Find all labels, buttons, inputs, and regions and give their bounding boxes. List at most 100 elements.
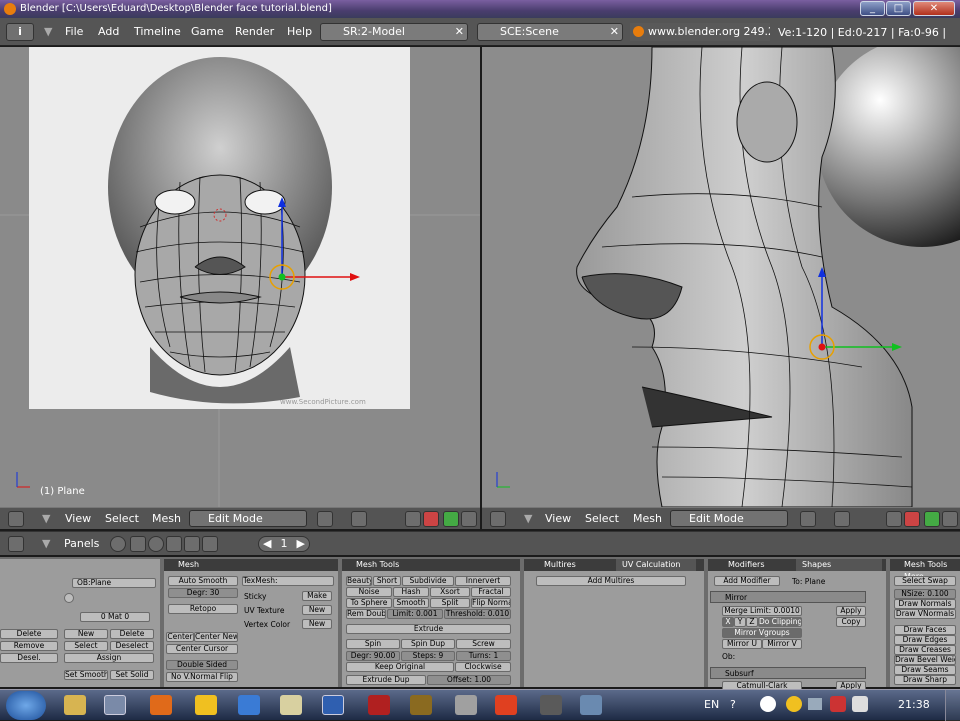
- threshold-field[interactable]: Threshold: 0.010: [444, 609, 511, 619]
- scene-selector[interactable]: SCE:Scene ✕: [477, 23, 623, 41]
- messenger-icon[interactable]: [195, 695, 217, 715]
- innervert-button[interactable]: Innervert: [455, 576, 511, 586]
- pivot-icon[interactable]: [834, 511, 850, 527]
- scale-manipulator-icon[interactable]: [461, 511, 477, 527]
- add-multires-button[interactable]: Add Multires: [536, 576, 686, 586]
- steps-field[interactable]: Steps: 9: [401, 651, 455, 661]
- merge-limit-field[interactable]: Merge Limit: 0.0010: [722, 606, 802, 616]
- scene-context-icon[interactable]: [202, 536, 218, 552]
- spin-degree-field[interactable]: Degr: 90.00: [346, 651, 400, 661]
- vgroup-delete-button[interactable]: Delete: [0, 629, 58, 639]
- nsize-field[interactable]: NSize: 0.100: [894, 589, 956, 599]
- limit-field[interactable]: Limit: 0.001: [387, 609, 443, 619]
- scale-manipulator-icon[interactable]: [942, 511, 958, 527]
- pivot-icon[interactable]: [351, 511, 367, 527]
- frame-decrement-icon[interactable]: ◀: [263, 537, 271, 551]
- short-toggle[interactable]: Short: [373, 576, 401, 586]
- menu-mesh[interactable]: Mesh: [152, 512, 181, 525]
- mirror-u-toggle[interactable]: Mirror U: [722, 639, 762, 649]
- collapse-menu-icon[interactable]: ▼: [44, 25, 52, 38]
- material-select-button[interactable]: Select: [64, 641, 108, 651]
- extrude-dup-button[interactable]: Extrude Dup: [346, 675, 426, 685]
- vgroup-remove-button[interactable]: Remove: [0, 641, 58, 651]
- blender-taskbar-icon[interactable]: [104, 695, 126, 715]
- axis-z-toggle[interactable]: Z: [746, 617, 758, 627]
- menu-select[interactable]: Select: [585, 512, 619, 525]
- translate-manipulator-icon[interactable]: [423, 511, 439, 527]
- shading-icon[interactable]: [800, 511, 816, 527]
- center-cursor-button[interactable]: Center Cursor: [166, 644, 238, 654]
- maximize-button[interactable]: □: [886, 1, 911, 16]
- tab-modifiers[interactable]: Modifiers: [728, 559, 765, 571]
- mode-selector[interactable]: Edit Mode: [189, 510, 307, 527]
- game-icon[interactable]: [495, 695, 517, 715]
- start-button[interactable]: [6, 691, 46, 720]
- material-index-field[interactable]: 0 Mat 0: [80, 612, 150, 622]
- object-context-icon[interactable]: [166, 536, 182, 552]
- draw-seams-toggle[interactable]: Draw Seams: [894, 665, 956, 675]
- security-tray-icon[interactable]: [830, 696, 846, 712]
- left-3d-viewport[interactable]: www.SecondPicture.com (1) Plane: [0, 47, 480, 507]
- material-new-button[interactable]: New: [64, 629, 108, 639]
- help-tray-icon[interactable]: ?: [730, 698, 736, 711]
- draw-bevel-weights-toggle[interactable]: Draw Bevel Weights: [894, 655, 956, 665]
- spin-dup-button[interactable]: Spin Dup: [401, 639, 455, 649]
- material-delete-button[interactable]: Delete: [110, 629, 154, 639]
- firefox-icon[interactable]: [150, 695, 172, 715]
- rotate-manipulator-icon[interactable]: [924, 511, 940, 527]
- mirror-modifier-header[interactable]: Mirror: [710, 591, 866, 603]
- app-icon[interactable]: [322, 695, 344, 715]
- minimize-button[interactable]: _: [860, 1, 885, 16]
- draw-creases-toggle[interactable]: Draw Creases: [894, 645, 956, 655]
- notepad-icon[interactable]: [280, 695, 302, 715]
- right-3d-viewport[interactable]: [482, 47, 960, 507]
- volume-tray-icon[interactable]: [852, 696, 868, 712]
- menu-render[interactable]: Render: [235, 25, 274, 38]
- sticky-make-button[interactable]: Make: [302, 591, 332, 601]
- subsurf-modifier-header[interactable]: Subsurf: [710, 667, 866, 679]
- menu-select[interactable]: Select: [105, 512, 139, 525]
- language-indicator[interactable]: EN: [704, 698, 719, 711]
- material-assign-button[interactable]: Assign: [64, 653, 154, 663]
- tab-multires[interactable]: Multires: [544, 559, 576, 571]
- window-type-icon[interactable]: [8, 536, 24, 552]
- collapse-icon[interactable]: ▼: [42, 537, 50, 550]
- auto-smooth-toggle[interactable]: Auto Smooth: [168, 576, 238, 586]
- mesh-panel-header[interactable]: Mesh: [164, 559, 338, 571]
- delete-screen-icon[interactable]: ✕: [455, 24, 464, 40]
- draw-vnormals-toggle[interactable]: Draw VNormals: [894, 609, 956, 619]
- mirror-vgroups-toggle[interactable]: Mirror Vgroups: [722, 628, 802, 638]
- axis-x-toggle[interactable]: X: [722, 617, 734, 627]
- translate-manipulator-icon[interactable]: [904, 511, 920, 527]
- screen-selector[interactable]: SR:2-Model ✕: [320, 23, 468, 41]
- mode-selector[interactable]: Edit Mode: [670, 510, 788, 527]
- spin-button[interactable]: Spin: [346, 639, 400, 649]
- xsort-button[interactable]: Xsort: [430, 587, 470, 597]
- logic-context-icon[interactable]: [110, 536, 126, 552]
- retopo-toggle[interactable]: Retopo: [168, 604, 238, 614]
- subdivide-button[interactable]: Subdivide: [402, 576, 454, 586]
- noise-button[interactable]: Noise: [346, 587, 392, 597]
- explorer-icon[interactable]: [64, 695, 86, 715]
- settings-icon[interactable]: [455, 695, 477, 715]
- winamp-icon[interactable]: [410, 695, 432, 715]
- menu-view[interactable]: View: [545, 512, 571, 525]
- turns-field[interactable]: Turns: 1: [456, 651, 511, 661]
- clock[interactable]: 21:38: [898, 698, 930, 711]
- frame-number-field[interactable]: ◀ 1 ▶: [258, 536, 310, 552]
- draw-faces-toggle[interactable]: Draw Faces: [894, 625, 956, 635]
- offset-field[interactable]: Offset: 1.00: [427, 675, 511, 685]
- camera-icon[interactable]: [540, 695, 562, 715]
- view-type-icon[interactable]: [8, 511, 24, 527]
- set-smooth-button[interactable]: Set Smooth: [64, 670, 108, 680]
- shading-context-icon[interactable]: [148, 536, 164, 552]
- draw-edges-toggle[interactable]: Draw Edges: [894, 635, 956, 645]
- mesh-tools-panel-header[interactable]: Mesh Tools: [342, 559, 520, 571]
- tab-shapes[interactable]: Shapes: [796, 559, 882, 571]
- delete-scene-icon[interactable]: ✕: [610, 24, 619, 40]
- messenger-tray-icon[interactable]: [786, 696, 802, 712]
- clockwise-toggle[interactable]: Clockwise: [455, 662, 511, 672]
- mirror-apply-button[interactable]: Apply: [836, 606, 866, 616]
- script-context-icon[interactable]: [130, 536, 146, 552]
- do-clipping-toggle[interactable]: Do Clipping: [758, 617, 802, 627]
